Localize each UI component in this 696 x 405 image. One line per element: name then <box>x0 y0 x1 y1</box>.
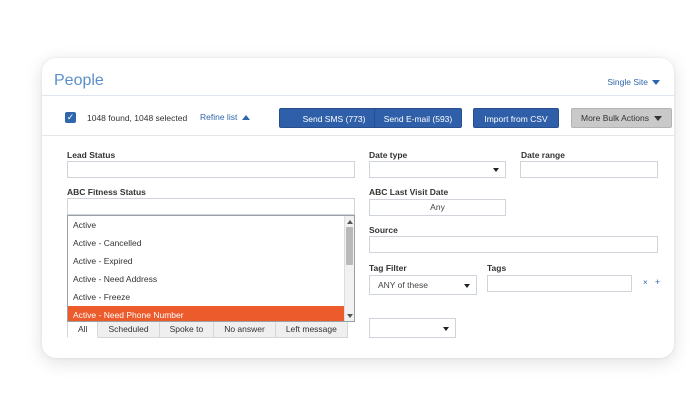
source-label: Source <box>369 225 398 235</box>
site-selector-label: Single Site <box>607 77 648 87</box>
tab-all[interactable]: All <box>67 320 99 338</box>
source-input[interactable] <box>369 236 658 253</box>
results-count: 1048 found, 1048 selected <box>87 113 188 123</box>
more-bulk-actions-label: More Bulk Actions <box>580 113 650 123</box>
dropdown-option[interactable]: Active - Need Phone Number <box>68 306 344 321</box>
bulk-toolbar: ✓ 1048 found, 1048 selected Refine list … <box>42 96 674 136</box>
tag-filter-select[interactable]: ANY of these <box>369 275 477 295</box>
dropdown-options: Active Active - Cancelled Active - Expired… <box>68 216 354 321</box>
status-tabs: All Scheduled Spoke to No answer Left me… <box>67 320 348 338</box>
dropdown-option[interactable]: Active - Freeze <box>68 288 344 306</box>
lead-status-input[interactable] <box>67 161 355 178</box>
abc-fitness-status-label: ABC Fitness Status <box>67 187 146 197</box>
site-selector[interactable]: Single Site <box>607 77 660 87</box>
send-email-button[interactable]: Send E-mail (593) <box>374 108 462 128</box>
abc-status-dropdown-list[interactable]: Active Active - Cancelled Active - Expired… <box>67 215 355 322</box>
select-all-checkbox[interactable]: ✓ <box>65 112 76 123</box>
dropdown-option[interactable]: Active - Expired <box>68 252 344 270</box>
abc-last-visit-label: ABC Last Visit Date <box>369 187 449 197</box>
page-title: People <box>54 72 104 89</box>
lead-status-label: Lead Status <box>67 150 116 160</box>
date-range-input[interactable] <box>520 161 658 178</box>
dropdown-option[interactable]: Active - Need Address <box>68 270 344 288</box>
refine-list-link[interactable]: Refine list <box>200 112 251 122</box>
tab-scheduled[interactable]: Scheduled <box>98 320 160 338</box>
send-sms-button[interactable]: Send SMS (773) <box>279 108 389 128</box>
date-type-select[interactable] <box>369 161 506 178</box>
tags-label: Tags <box>487 263 507 273</box>
scroll-up-arrow-icon[interactable] <box>347 220 353 224</box>
panel-header: People Single Site <box>42 58 674 96</box>
import-csv-button[interactable]: Import from CSV <box>473 108 559 128</box>
add-tag-icon[interactable]: + <box>655 277 660 287</box>
tag-filter-label: Tag Filter <box>369 263 407 273</box>
chevron-down-icon <box>652 79 660 85</box>
refine-list-label: Refine list <box>200 112 238 122</box>
tab-no-answer[interactable]: No answer <box>214 320 276 338</box>
date-type-label: Date type <box>369 150 408 160</box>
clear-tags-icon[interactable]: × <box>643 278 648 287</box>
tags-input[interactable] <box>487 275 632 292</box>
chevron-up-icon <box>242 114 251 120</box>
people-panel: People Single Site ✓ 1048 found, 1048 se… <box>42 58 674 358</box>
dropdown-caret-icon <box>493 168 499 172</box>
dropdown-option[interactable]: Active <box>68 216 344 234</box>
scroll-down-arrow-icon[interactable] <box>347 314 353 318</box>
tab-left-message[interactable]: Left message <box>275 320 348 338</box>
tab-spoke-to[interactable]: Spoke to <box>159 320 215 338</box>
abc-fitness-status-input[interactable] <box>67 198 355 215</box>
date-range-label: Date range <box>521 150 565 160</box>
secondary-select[interactable] <box>369 318 456 338</box>
dropdown-caret-icon <box>464 284 470 288</box>
dropdown-scrollbar[interactable] <box>344 216 354 321</box>
dropdown-option[interactable]: Active - Cancelled <box>68 234 344 252</box>
more-bulk-actions-button[interactable]: More Bulk Actions <box>571 108 672 128</box>
chevron-down-icon <box>654 115 663 121</box>
abc-last-visit-select[interactable]: Any <box>369 199 506 216</box>
dropdown-caret-icon <box>443 327 449 331</box>
tag-filter-value: ANY of these <box>378 280 428 290</box>
scroll-thumb[interactable] <box>346 227 353 265</box>
